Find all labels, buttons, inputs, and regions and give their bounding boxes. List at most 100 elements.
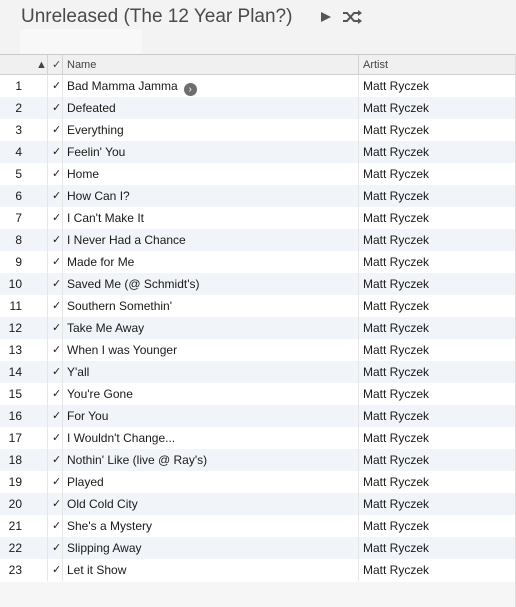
track-name: Slipping Away [67, 541, 142, 555]
table-row[interactable]: 1 ✓ Bad Mamma Jamma › Matt Ryczek [0, 75, 516, 97]
table-row[interactable]: 16 ✓ For You Matt Ryczek [0, 405, 516, 427]
table-row[interactable]: 22 ✓ Slipping Away Matt Ryczek [0, 537, 516, 559]
table-row[interactable]: 10 ✓ Saved Me (@ Schmidt's) Matt Ryczek [0, 273, 516, 295]
table-row[interactable]: 4 ✓ Feelin' You Matt Ryczek [0, 141, 516, 163]
track-number: 2 [15, 101, 22, 115]
track-name-cell: Saved Me (@ Schmidt's) [67, 273, 200, 295]
table-row[interactable]: 11 ✓ Southern Somethin' Matt Ryczek [0, 295, 516, 317]
track-artist: Matt Ryczek [363, 189, 430, 203]
track-checkbox[interactable]: ✓ [52, 295, 61, 317]
track-checkbox[interactable]: ✓ [52, 207, 61, 229]
table-row[interactable]: 14 ✓ Y'all Matt Ryczek [0, 361, 516, 383]
track-number: 6 [15, 189, 22, 203]
track-checkbox[interactable]: ✓ [52, 317, 61, 339]
track-checkbox[interactable]: ✓ [52, 449, 61, 471]
table-row[interactable]: 20 ✓ Old Cold City Matt Ryczek [0, 493, 516, 515]
track-name-cell: Defeated [67, 97, 116, 119]
track-artist: Matt Ryczek [363, 277, 430, 291]
track-number: 7 [15, 211, 22, 225]
shuffle-icon [343, 10, 362, 24]
track-artist: Matt Ryczek [363, 387, 430, 401]
track-name-cell: How Can I? [67, 185, 130, 207]
table-row[interactable]: 13 ✓ When I was Younger Matt Ryczek [0, 339, 516, 361]
table-row[interactable]: 5 ✓ Home Matt Ryczek [0, 163, 516, 185]
track-name-cell: Nothin' Like (live @ Ray's) [67, 449, 207, 471]
track-number: 11 [9, 299, 22, 313]
table-row[interactable]: 21 ✓ She's a Mystery Matt Ryczek [0, 515, 516, 537]
track-name: Let it Show [67, 563, 127, 577]
shuffle-button[interactable] [341, 7, 363, 27]
table-row[interactable]: 23 ✓ Let it Show Matt Ryczek [0, 559, 516, 581]
track-checkbox[interactable]: ✓ [52, 493, 61, 515]
table-row[interactable]: 2 ✓ Defeated Matt Ryczek [0, 97, 516, 119]
table-row[interactable]: 12 ✓ Take Me Away Matt Ryczek [0, 317, 516, 339]
track-checkbox[interactable]: ✓ [52, 141, 61, 163]
track-name-cell: Made for Me [67, 251, 134, 273]
table-row[interactable]: 7 ✓ I Can't Make It Matt Ryczek [0, 207, 516, 229]
track-artist: Matt Ryczek [363, 431, 430, 445]
track-artist: Matt Ryczek [363, 475, 430, 489]
table-row[interactable]: 9 ✓ Made for Me Matt Ryczek [0, 251, 516, 273]
track-name: Played [67, 475, 104, 489]
track-name: Made for Me [67, 255, 135, 269]
track-checkbox[interactable]: ✓ [52, 427, 61, 449]
track-number: 19 [8, 475, 22, 489]
track-name: Take Me Away [67, 321, 145, 335]
column-header-check[interactable]: ✓ [52, 55, 61, 75]
track-checkbox[interactable]: ✓ [52, 471, 61, 493]
track-artist: Matt Ryczek [363, 79, 430, 93]
track-number: 17 [8, 431, 22, 445]
track-number: 5 [15, 167, 22, 181]
track-checkbox[interactable]: ✓ [52, 273, 61, 295]
table-row[interactable]: 6 ✓ How Can I? Matt Ryczek [0, 185, 516, 207]
track-checkbox[interactable]: ✓ [52, 515, 61, 537]
track-checkbox[interactable]: ✓ [52, 229, 61, 251]
track-artist: Matt Ryczek [363, 519, 430, 533]
sort-indicator-icon[interactable]: ▲ [36, 55, 47, 75]
track-checkbox[interactable]: ✓ [52, 405, 61, 427]
track-number: 21 [8, 519, 22, 533]
track-number: 4 [15, 145, 22, 159]
track-checkbox[interactable]: ✓ [52, 97, 61, 119]
track-checkbox[interactable]: ✓ [52, 119, 61, 141]
track-checkbox[interactable]: ✓ [52, 361, 61, 383]
track-artist: Matt Ryczek [363, 233, 430, 247]
track-artist: Matt Ryczek [363, 123, 430, 137]
track-checkbox[interactable]: ✓ [52, 185, 61, 207]
table-row[interactable]: 19 ✓ Played Matt Ryczek [0, 471, 516, 493]
track-checkbox[interactable]: ✓ [52, 339, 61, 361]
column-header-artist[interactable]: Artist [363, 55, 388, 75]
track-name-cell: Take Me Away [67, 317, 144, 339]
track-checkbox[interactable]: ✓ [52, 383, 61, 405]
track-name-cell: You're Gone [67, 383, 133, 405]
track-checkbox[interactable]: ✓ [52, 559, 61, 581]
track-number: 1 [15, 79, 22, 93]
track-name-cell: Y'all [67, 361, 89, 383]
table-row[interactable]: 3 ✓ Everything Matt Ryczek [0, 119, 516, 141]
column-header-name[interactable]: Name [67, 55, 96, 75]
track-number: 22 [8, 541, 22, 555]
track-name-cell: Everything [67, 119, 124, 141]
track-number: 16 [8, 409, 22, 423]
track-name: She's a Mystery [67, 519, 152, 533]
track-checkbox[interactable]: ✓ [52, 75, 61, 97]
track-checkbox[interactable]: ✓ [52, 537, 61, 559]
track-number: 18 [8, 453, 22, 467]
track-artist: Matt Ryczek [363, 541, 430, 555]
track-name-cell: She's a Mystery [67, 515, 152, 537]
track-artist: Matt Ryczek [363, 409, 430, 423]
table-row[interactable]: 18 ✓ Nothin' Like (live @ Ray's) Matt Rycze… [0, 449, 516, 471]
play-button[interactable] [318, 9, 334, 25]
go-to-arrow-icon[interactable]: › [183, 83, 197, 96]
track-artist: Matt Ryczek [363, 365, 430, 379]
track-name: Feelin' You [67, 145, 126, 159]
track-list: 1 ✓ Bad Mamma Jamma › Matt Ryczek 2 ✓ Defeated M… [0, 75, 516, 581]
table-row[interactable]: 15 ✓ You're Gone Matt Ryczek [0, 383, 516, 405]
track-number: 10 [8, 277, 22, 291]
table-row[interactable]: 17 ✓ I Wouldn't Change... Matt Ryczek [0, 427, 516, 449]
table-row[interactable]: 8 ✓ I Never Had a Chance Matt Ryczek [0, 229, 516, 251]
track-checkbox[interactable]: ✓ [52, 163, 61, 185]
track-artist: Matt Ryczek [363, 497, 430, 511]
track-artist: Matt Ryczek [363, 211, 430, 225]
track-checkbox[interactable]: ✓ [52, 251, 61, 273]
